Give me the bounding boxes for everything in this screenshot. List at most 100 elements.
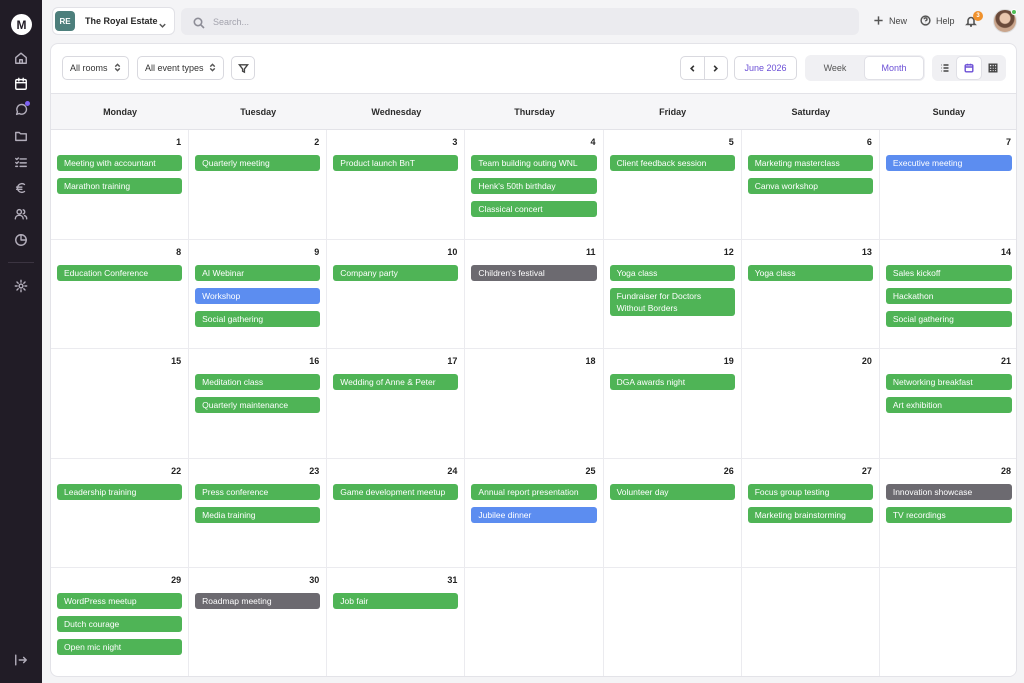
day-cell[interactable]: 7 Executive meeting <box>879 130 1016 240</box>
chart-icon[interactable] <box>13 232 29 248</box>
event-chip[interactable]: Annual report presentation <box>471 483 597 500</box>
day-cell[interactable]: 23 Press conference Media training <box>189 458 328 569</box>
event-chip[interactable]: Company party <box>333 264 459 281</box>
venue-switcher[interactable]: RE The Royal Estate <box>52 7 175 35</box>
calendar-view-button[interactable] <box>956 56 982 80</box>
day-cell[interactable]: 2 Quarterly meeting <box>189 130 328 240</box>
event-chip[interactable]: Fundraiser for Doctors Without Borders <box>609 287 735 316</box>
day-cell[interactable]: 1 Meeting with accountant Marathon trainin… <box>51 130 190 240</box>
event-chip[interactable]: Workshop <box>195 287 321 304</box>
event-chip[interactable]: Innovation showcase <box>885 483 1012 500</box>
event-chip[interactable]: Meeting with accountant <box>57 155 183 171</box>
event-chip[interactable]: TV recordings <box>885 506 1012 523</box>
current-period-button[interactable]: June 2026 <box>734 56 797 80</box>
previous-month-button[interactable] <box>681 57 704 79</box>
day-cell[interactable]: 5 Client feedback session <box>603 130 742 240</box>
event-chip[interactable]: Quarterly meeting <box>195 155 321 171</box>
settings-icon[interactable] <box>13 278 29 294</box>
event-types-select[interactable]: All event types <box>137 56 224 80</box>
day-cell[interactable]: 16 Meditation class Quarterly maintenance <box>189 349 328 459</box>
day-cell[interactable]: 12 Yoga class Fundraiser for Doctors Witho… <box>603 239 742 350</box>
event-chip[interactable]: WordPress meetup <box>57 593 183 610</box>
event-chip[interactable]: Social gathering <box>195 310 321 327</box>
event-chip[interactable]: Dutch courage <box>57 616 183 633</box>
event-chip[interactable]: DGA awards night <box>609 374 735 391</box>
event-chip[interactable]: Marketing masterclass <box>747 155 873 171</box>
day-cell[interactable]: 13 Yoga class <box>741 239 880 350</box>
event-chip[interactable]: Wedding of Anne & Peter <box>333 374 459 391</box>
day-cell[interactable]: 22 Leadership training <box>51 458 190 569</box>
app-logo[interactable]: M <box>11 14 32 35</box>
checklist-icon[interactable] <box>13 154 29 170</box>
event-chip[interactable]: Marketing brainstorming <box>747 506 873 523</box>
rooms-select[interactable]: All rooms <box>62 56 129 80</box>
event-chip[interactable]: Networking breakfast <box>885 374 1012 391</box>
event-chip[interactable]: Open mic night <box>57 639 183 656</box>
grid-view-button[interactable] <box>982 56 1005 80</box>
event-chip[interactable]: Education Conference <box>57 264 183 281</box>
day-cell[interactable]: 3 Product launch BnT <box>327 130 466 240</box>
event-chip[interactable]: Art exhibition <box>885 397 1012 414</box>
event-chip[interactable]: Press conference <box>195 483 321 500</box>
event-chip[interactable]: Product launch BnT <box>333 155 459 171</box>
calendar-icon[interactable] <box>13 76 29 92</box>
new-button[interactable]: New <box>873 15 907 26</box>
event-chip[interactable]: Henk's 50th birthday <box>471 178 597 194</box>
event-chip[interactable]: Leadership training <box>57 483 183 500</box>
day-cell[interactable]: 11 Children's festival <box>465 239 604 350</box>
event-chip[interactable]: Children's festival <box>471 264 597 281</box>
folder-icon[interactable] <box>13 128 29 144</box>
day-cell[interactable]: 14 Sales kickoff Hackathon Social gathering <box>879 240 1016 350</box>
logout-icon[interactable] <box>13 652 29 668</box>
event-chip[interactable]: Executive meeting <box>885 155 1012 171</box>
event-chip[interactable]: Client feedback session <box>609 155 735 171</box>
event-chip[interactable]: Sales kickoff <box>885 264 1012 281</box>
event-chip[interactable]: Meditation class <box>195 374 321 391</box>
event-chip[interactable]: Canva workshop <box>747 178 873 194</box>
month-view-button[interactable]: Month <box>864 56 924 80</box>
day-cell[interactable]: 17 Wedding of Anne & Peter <box>327 349 466 459</box>
event-chip[interactable]: Yoga class <box>609 264 735 281</box>
day-cell[interactable]: 21 Networking breakfast Art exhibition <box>879 349 1016 459</box>
day-cell[interactable]: 8 Education Conference <box>51 239 190 350</box>
day-cell[interactable]: 15 <box>51 349 190 459</box>
users-icon[interactable] <box>13 206 29 222</box>
home-icon[interactable] <box>13 50 29 66</box>
event-chip[interactable]: Quarterly maintenance <box>195 397 321 414</box>
day-cell[interactable]: 28 Innovation showcase TV recordings <box>879 459 1016 569</box>
list-view-button[interactable] <box>933 56 956 80</box>
event-chip[interactable]: Hackathon <box>885 287 1012 304</box>
help-button[interactable]: Help <box>920 15 955 26</box>
week-view-button[interactable]: Week <box>806 56 864 80</box>
event-chip[interactable]: Focus group testing <box>747 483 873 500</box>
event-chip[interactable]: Media training <box>195 506 321 523</box>
chat-icon[interactable] <box>13 101 30 118</box>
event-chip[interactable]: Social gathering <box>885 310 1012 327</box>
event-chip[interactable]: Classical concert <box>471 201 597 217</box>
day-cell[interactable]: 6 Marketing masterclass Canva workshop <box>741 130 880 240</box>
day-cell[interactable]: 4 Team building outing WNL Henk's 50th bir… <box>465 130 604 240</box>
next-month-button[interactable] <box>703 57 727 79</box>
day-cell[interactable]: 29 WordPress meetup Dutch courage Open mic … <box>51 568 190 676</box>
filter-button[interactable] <box>231 56 255 80</box>
day-cell[interactable]: 9 AI Webinar Workshop Social gathering <box>189 239 328 350</box>
event-chip[interactable]: AI Webinar <box>195 264 321 281</box>
day-cell[interactable]: 31 Job fair <box>327 568 466 676</box>
day-cell[interactable]: 19 DGA awards night <box>603 349 742 459</box>
event-chip[interactable]: Job fair <box>333 593 459 610</box>
event-chip[interactable]: Jubilee dinner <box>471 506 597 523</box>
euro-icon[interactable] <box>13 180 29 196</box>
day-cell[interactable]: 20 <box>741 349 880 459</box>
event-chip[interactable]: Marathon training <box>57 178 183 194</box>
day-cell[interactable]: 27 Focus group testing Marketing brainstor… <box>741 458 880 569</box>
event-chip[interactable]: Team building outing WNL <box>471 155 597 171</box>
day-cell[interactable]: 26 Volunteer day <box>603 458 742 569</box>
notifications-button[interactable]: 3 <box>965 11 983 28</box>
event-chip[interactable]: Yoga class <box>747 264 873 281</box>
event-chip[interactable]: Volunteer day <box>609 483 735 500</box>
day-cell[interactable]: 10 Company party <box>327 239 466 350</box>
day-cell[interactable]: 30 Roadmap meeting <box>189 568 328 676</box>
day-cell[interactable]: 18 <box>465 349 604 459</box>
event-chip[interactable]: Roadmap meeting <box>195 593 321 610</box>
day-cell[interactable]: 24 Game development meetup <box>327 458 466 569</box>
